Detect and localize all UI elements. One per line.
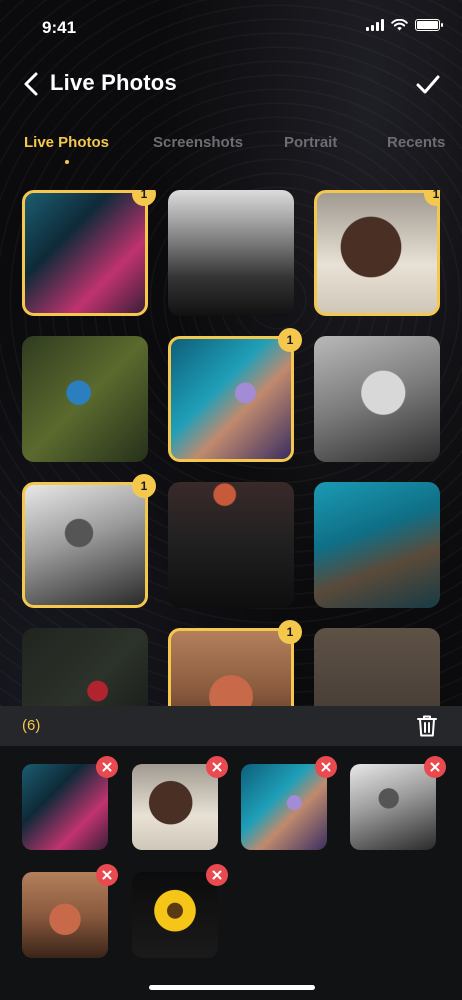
battery-icon xyxy=(415,19,443,31)
close-icon xyxy=(102,870,112,880)
photo-cell[interactable] xyxy=(22,336,148,462)
tab-live-photos[interactable]: Live Photos xyxy=(24,134,109,164)
back-chevron-icon[interactable] xyxy=(20,70,44,98)
nav-header: Live Photos xyxy=(0,64,462,104)
selected-photo[interactable] xyxy=(350,756,446,850)
photo-cell[interactable] xyxy=(168,190,294,316)
close-icon xyxy=(102,762,112,772)
selected-photo-thumbnail xyxy=(132,764,218,850)
selected-photo[interactable] xyxy=(132,864,228,958)
photo-thumbnail xyxy=(22,336,148,462)
photo-thumbnail xyxy=(168,190,294,316)
photo-cell[interactable] xyxy=(314,628,440,706)
selected-photo[interactable] xyxy=(22,756,118,850)
selected-photo[interactable] xyxy=(22,864,118,958)
tab-portrait[interactable]: Portrait xyxy=(284,134,337,151)
photo-thumbnail xyxy=(22,628,148,706)
remove-photo-button[interactable] xyxy=(206,756,228,778)
selection-count-badge: 1 xyxy=(278,620,302,644)
remove-photo-button[interactable] xyxy=(315,756,337,778)
photo-thumbnail xyxy=(22,190,148,316)
status-bar: 9:41 xyxy=(0,0,462,56)
photo-cell[interactable] xyxy=(168,482,294,608)
remove-photo-button[interactable] xyxy=(96,864,118,886)
selected-photo-thumbnail xyxy=(22,872,108,958)
photo-cell[interactable]: 1 xyxy=(168,620,302,706)
photo-cell[interactable]: 1 xyxy=(168,328,302,462)
status-icons xyxy=(366,19,443,31)
signal-icon xyxy=(366,19,384,31)
photo-thumbnail xyxy=(314,190,440,316)
status-time: 9:41 xyxy=(42,18,77,37)
photo-thumbnail xyxy=(22,482,148,608)
remove-photo-button[interactable] xyxy=(206,864,228,886)
photo-cell[interactable] xyxy=(314,336,440,462)
remove-photo-button[interactable] xyxy=(96,756,118,778)
confirm-check-icon[interactable] xyxy=(414,70,442,98)
photo-cell[interactable]: 1 xyxy=(22,474,156,608)
photo-grid: 11111 xyxy=(22,190,440,706)
selection-count-badge: 1 xyxy=(278,328,302,352)
photo-cell[interactable]: 1 xyxy=(22,190,156,316)
remove-photo-button[interactable] xyxy=(424,756,446,778)
selected-photo-thumbnail xyxy=(241,764,327,850)
photo-cell[interactable] xyxy=(314,482,440,608)
close-icon xyxy=(430,762,440,772)
selected-photo[interactable] xyxy=(132,756,228,850)
page-title: Live Photos xyxy=(50,70,177,95)
close-icon xyxy=(321,762,331,772)
wifi-icon xyxy=(391,19,408,31)
selected-count: (6) xyxy=(22,717,41,734)
photo-thumbnail xyxy=(314,336,440,462)
album-tabs: Live Photos Screenshots Portrait Recents xyxy=(0,134,462,170)
photo-thumbnail xyxy=(168,628,294,706)
selection-bar: (6) xyxy=(0,706,462,746)
photo-thumbnail xyxy=(314,482,440,608)
home-indicator xyxy=(149,985,315,990)
close-icon xyxy=(212,870,222,880)
selected-photo[interactable] xyxy=(241,756,337,850)
selected-photo-thumbnail xyxy=(132,872,218,958)
selection-count-badge: 1 xyxy=(132,474,156,498)
photo-cell[interactable] xyxy=(22,628,148,706)
photo-thumbnail xyxy=(168,336,294,462)
tab-screenshots[interactable]: Screenshots xyxy=(153,134,243,151)
trash-icon[interactable] xyxy=(416,714,438,738)
photo-cell[interactable]: 1 xyxy=(314,190,440,316)
selected-photo-thumbnail xyxy=(350,764,436,850)
close-icon xyxy=(212,762,222,772)
photo-thumbnail xyxy=(168,482,294,608)
photo-thumbnail xyxy=(314,628,440,706)
selected-tray xyxy=(0,746,462,1000)
tab-recents[interactable]: Recents xyxy=(387,134,445,151)
selected-photo-thumbnail xyxy=(22,764,108,850)
